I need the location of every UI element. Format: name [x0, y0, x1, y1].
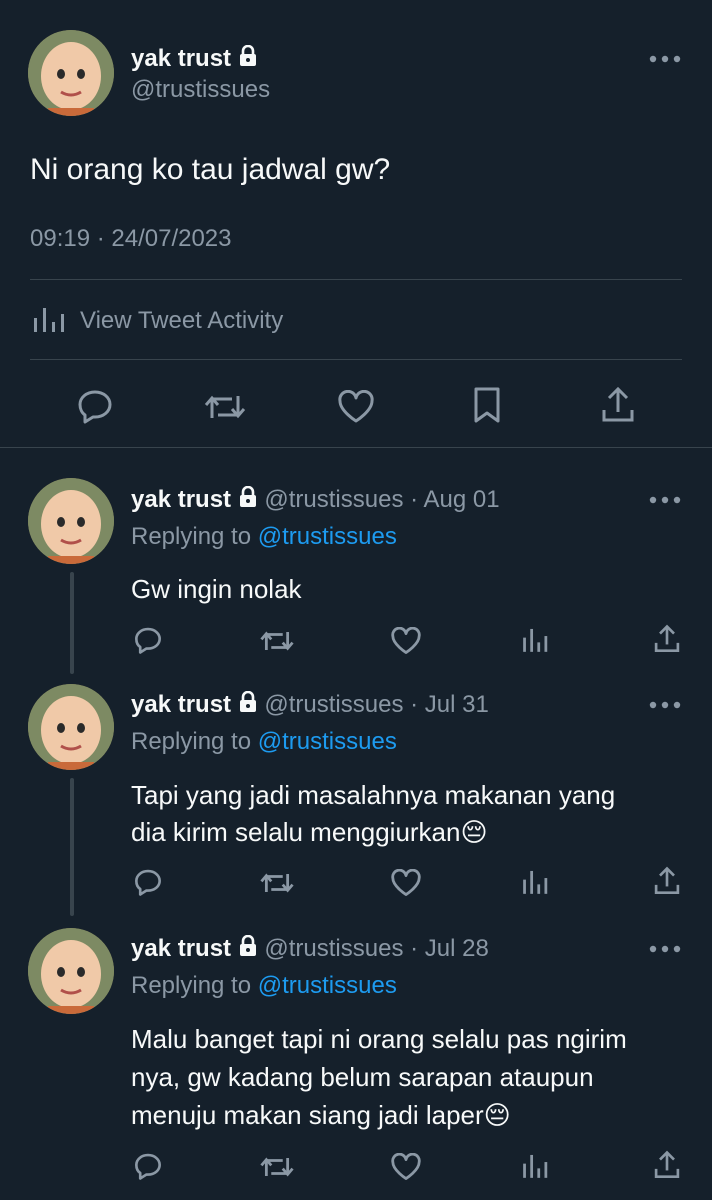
replying-to-link[interactable]: @trustissues — [258, 523, 397, 550]
more-icon[interactable] — [647, 493, 683, 511]
replying-to: Replying to @trustissues — [131, 727, 397, 757]
retweet-icon[interactable] — [259, 627, 295, 655]
reply-header: yak trust @trustissues · Aug 01 — [131, 485, 500, 516]
handle[interactable]: @trustissues — [264, 486, 403, 513]
handle[interactable]: @trustissues — [131, 75, 270, 105]
lock-icon — [238, 690, 258, 721]
display-name[interactable]: yak trust — [131, 486, 231, 513]
reply-text-line: Gw ingin nolak — [131, 574, 302, 604]
tweet-text: Ni orang ko tau jadwal gw? — [30, 153, 391, 186]
avatar[interactable] — [28, 478, 114, 564]
avatar[interactable] — [28, 30, 114, 116]
avatar[interactable] — [28, 684, 114, 770]
retweet-icon[interactable] — [259, 1153, 295, 1181]
reply-text-line: menuju makan siang jadi laper😔 — [131, 1100, 511, 1130]
replying-to: Replying to @trustissues — [131, 971, 397, 1001]
retweet-icon[interactable] — [259, 869, 295, 897]
like-icon[interactable] — [390, 1153, 422, 1181]
reply-text: Gw ingin nolak — [131, 572, 302, 606]
post-date[interactable]: · Jul 28 — [410, 935, 489, 962]
replying-prefix: Replying to — [131, 972, 252, 999]
lock-icon — [238, 485, 258, 516]
like-icon[interactable] — [390, 869, 422, 897]
analytics-icon[interactable] — [520, 626, 550, 654]
replying-to: Replying to @trustissues — [131, 522, 397, 552]
retweet-icon[interactable] — [203, 390, 247, 424]
analytics-icon — [30, 304, 68, 339]
display-name[interactable]: yak trust — [131, 935, 231, 962]
more-icon[interactable] — [647, 698, 683, 716]
activity-label: View Tweet Activity — [80, 307, 284, 334]
reply-icon[interactable] — [133, 868, 163, 896]
author-line: yak trust — [131, 44, 258, 75]
replying-prefix: Replying to — [131, 523, 252, 550]
reply-text-line: Malu banget tapi ni orang selalu pas ngi… — [131, 1024, 627, 1054]
reply-text-line: Tapi yang jadi masalahnya makanan yang — [131, 780, 616, 810]
post-date[interactable]: · Jul 31 — [410, 691, 489, 718]
reply-text-line: dia kirim selalu menggiurkan😔 — [131, 817, 488, 847]
thread-line — [70, 778, 74, 916]
share-icon[interactable] — [653, 866, 681, 896]
divider — [30, 279, 682, 280]
thread-line — [70, 572, 74, 674]
handle[interactable]: @trustissues — [264, 935, 403, 962]
lock-icon — [238, 934, 258, 965]
reply-icon[interactable] — [133, 626, 163, 654]
reply-header: yak trust @trustissues · Jul 28 — [131, 934, 489, 965]
avatar[interactable] — [28, 928, 114, 1014]
reply-icon[interactable] — [133, 1152, 163, 1180]
bookmark-icon[interactable] — [472, 386, 502, 424]
replying-to-link[interactable]: @trustissues — [258, 728, 397, 755]
share-icon[interactable] — [653, 624, 681, 654]
reply-header: yak trust @trustissues · Jul 31 — [131, 690, 489, 721]
divider — [0, 447, 712, 448]
like-icon[interactable] — [390, 627, 422, 655]
reply-icon[interactable] — [76, 388, 114, 424]
display-name[interactable]: yak trust — [131, 45, 231, 72]
divider — [30, 359, 682, 360]
replying-prefix: Replying to — [131, 728, 252, 755]
share-icon[interactable] — [653, 1150, 681, 1180]
lock-icon — [238, 44, 258, 75]
handle[interactable]: @trustissues — [264, 691, 403, 718]
share-icon[interactable] — [600, 386, 636, 424]
like-icon[interactable] — [337, 390, 375, 424]
reply-text: Malu banget tapi ni orang selalu pas ngi… — [131, 1020, 627, 1134]
analytics-icon[interactable] — [520, 1152, 550, 1180]
timestamp[interactable]: 09:19 · 24/07/2023 — [30, 224, 232, 254]
more-icon[interactable] — [647, 52, 683, 70]
reply-text-line: nya, gw kadang belum sarapan ataupun — [131, 1062, 594, 1092]
reply-text: Tapi yang jadi masalahnya makanan yang d… — [131, 777, 615, 851]
replying-to-link[interactable]: @trustissues — [258, 972, 397, 999]
view-activity-link[interactable]: View Tweet Activity — [30, 304, 283, 338]
more-icon[interactable] — [647, 942, 683, 960]
display-name[interactable]: yak trust — [131, 691, 231, 718]
analytics-icon[interactable] — [520, 868, 550, 896]
post-date[interactable]: · Aug 01 — [410, 486, 499, 513]
